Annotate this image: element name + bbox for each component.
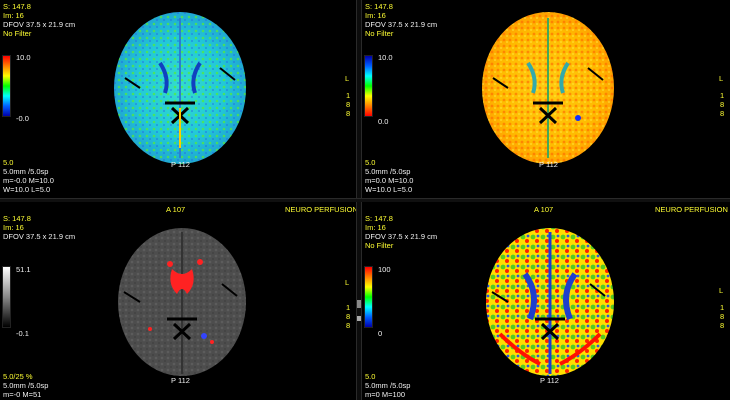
horizontal-splitter[interactable] [0, 198, 730, 202]
side-letter-l: L [345, 278, 350, 287]
header-line-4: No Filter [365, 241, 394, 250]
side-letter-l: L [345, 74, 350, 83]
splitter-grip[interactable] [357, 316, 361, 321]
footer-line-3: m=0 M=100 [365, 390, 406, 399]
orientation-bottom-label: P 112 [539, 160, 558, 169]
colorbar-max-label: 100 [378, 265, 391, 274]
viewport-bottom-right[interactable]: A 107 NEURO PERFUSION S: 147.8 Im: 16 DF… [362, 202, 730, 400]
colorbar-min-label: -0.1 [16, 329, 29, 338]
side-letter-3: 8 [720, 321, 725, 330]
footer-line-3: m=-0 M=51 [3, 390, 42, 399]
orientation-top-label: A 107 [166, 205, 186, 214]
orientation-bottom-label: P 112 [171, 160, 190, 169]
viewport-top-right[interactable]: S: 147.8 Im: 16 DFOV 37.5 x 21.9 cm No F… [362, 0, 730, 198]
colorbar [364, 266, 373, 328]
colorbar [364, 55, 373, 117]
side-letter-3: 8 [720, 109, 725, 118]
side-letter-l: L [719, 286, 724, 295]
footer-line-4: W=10.0 L=5.0 [365, 185, 413, 194]
colorbar [2, 266, 11, 328]
brain-map-image [486, 228, 614, 376]
orientation-top-label: A 107 [534, 205, 554, 214]
colorbar-max-label: 10.0 [16, 53, 31, 62]
colorbar-min-label: 0 [378, 329, 383, 338]
footer-line-4: W=10.0 L=5.0 [3, 185, 51, 194]
brain-map-image [118, 228, 246, 376]
protocol-label: NEURO PERFUSION [285, 205, 356, 214]
orientation-bottom-label: P 112 [171, 376, 190, 385]
splitter-handle[interactable] [357, 300, 361, 308]
brain-map-image [114, 12, 246, 164]
header-line-4: No Filter [365, 29, 394, 38]
header-line-3: DFOV 37.5 x 21.9 cm [3, 232, 76, 241]
brain-map-image [482, 12, 614, 164]
side-letter-l: L [719, 74, 724, 83]
side-letter-3: 8 [346, 109, 351, 118]
colorbar-min-label: -0.0 [16, 114, 29, 123]
colorbar-max-label: 51.1 [16, 265, 31, 274]
viewport-top-left[interactable]: S: 147.8 Im: 16 DFOV 37.5 x 21.9 cm No F… [0, 0, 356, 198]
colorbar [2, 55, 11, 117]
colorbar-max-label: 10.0 [378, 53, 393, 62]
header-line-4: No Filter [3, 29, 32, 38]
viewport-bottom-left[interactable]: A 107 NEURO PERFUSION S: 147.8 Im: 16 DF… [0, 202, 356, 400]
protocol-label: NEURO PERFUSION [655, 205, 728, 214]
side-letter-3: 8 [346, 321, 351, 330]
orientation-bottom-label: P 112 [540, 376, 559, 385]
colorbar-min-label: 0.0 [378, 117, 389, 126]
